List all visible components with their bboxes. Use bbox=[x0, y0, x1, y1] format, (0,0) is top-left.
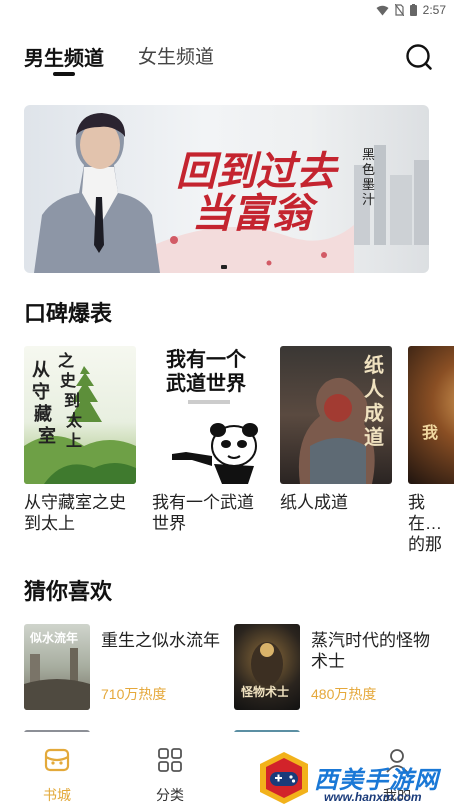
book-title[interactable]: 蒸汽时代的怪物术士 bbox=[311, 630, 436, 672]
cover-title: 怪物术士 bbox=[240, 684, 289, 699]
book-title[interactable]: 重生之似水流年 bbox=[101, 630, 226, 651]
book-heat: 480万热度 bbox=[311, 686, 377, 702]
nav-label: 分类 bbox=[156, 787, 184, 803]
svg-text:武道世界: 武道世界 bbox=[166, 371, 246, 395]
tab-male-channel[interactable]: 男生频道 bbox=[24, 42, 104, 71]
watermark: 西美手游网 www.hanxm.com bbox=[256, 748, 454, 808]
cover-art: 我有一个 武道世界 bbox=[166, 347, 258, 484]
book-title[interactable]: 纸人成道 bbox=[280, 492, 392, 513]
cover-art: 似水流年 bbox=[24, 630, 90, 710]
tab-female-channel[interactable]: 女生频道 bbox=[138, 42, 214, 69]
book-card[interactable]: 我 我在…的那 bbox=[408, 346, 454, 555]
banner-author: 黑色墨汁 bbox=[362, 147, 376, 207]
svg-text:守: 守 bbox=[32, 381, 50, 402]
bookstore-icon bbox=[44, 748, 70, 772]
guess-book-item[interactable]: 怪物术士 蒸汽时代的怪物术士 480万热度 bbox=[234, 624, 434, 716]
svg-text:室: 室 bbox=[38, 425, 56, 446]
svg-text:上: 上 bbox=[66, 432, 82, 450]
book-card[interactable]: 纸 人 成 道 纸人成道 bbox=[280, 346, 392, 513]
svg-text:纸: 纸 bbox=[364, 353, 384, 377]
book-cover[interactable]: 纸 人 成 道 bbox=[280, 346, 392, 484]
svg-text:我: 我 bbox=[422, 423, 438, 442]
nav-category[interactable]: 分类 bbox=[130, 746, 210, 805]
svg-text:我有一个: 我有一个 bbox=[166, 347, 247, 371]
book-card[interactable]: 从 守 藏 室 之 史 到 太 上 从守藏室之史到太上 bbox=[24, 346, 136, 534]
battery-icon bbox=[409, 4, 417, 16]
cover-art: 纸 人 成 道 bbox=[298, 353, 385, 484]
guess-book-item[interactable]: 似水流年 重生之似水流年 710万热度 bbox=[24, 624, 224, 716]
banner-title-line2: 当富翁 bbox=[192, 191, 319, 236]
cover-art: 从 守 藏 室 之 史 到 太 上 bbox=[24, 351, 136, 484]
status-icons: 2:57 bbox=[376, 3, 446, 17]
search-icon[interactable] bbox=[404, 42, 434, 72]
cover-art: 我 bbox=[422, 423, 438, 442]
nav-label: 书城 bbox=[43, 787, 71, 803]
cover-title: 似水流年 bbox=[29, 630, 78, 645]
cover-art: 怪物术士 bbox=[240, 642, 289, 699]
book-title[interactable]: 从守藏室之史到太上 bbox=[24, 492, 136, 534]
banner-indicator bbox=[221, 265, 227, 269]
book-card[interactable]: 我有一个 武道世界 我有一个武道世界 bbox=[152, 346, 264, 534]
svg-text:道: 道 bbox=[364, 425, 384, 449]
nav-bookstore[interactable]: 书城 bbox=[17, 746, 97, 805]
wifi-icon bbox=[376, 5, 389, 15]
status-time: 2:57 bbox=[422, 3, 446, 17]
book-cover[interactable]: 似水流年 bbox=[24, 624, 90, 710]
svg-text:之: 之 bbox=[58, 351, 74, 370]
channel-header: 男生频道 女生频道 bbox=[0, 40, 454, 84]
book-cover[interactable]: 从 守 藏 室 之 史 到 太 上 bbox=[24, 346, 136, 484]
praise-book-list[interactable]: 从 守 藏 室 之 史 到 太 上 从守藏室之史到太上 我有一个 武道世界 我有… bbox=[24, 346, 454, 554]
book-title[interactable]: 我有一个武道世界 bbox=[152, 492, 264, 534]
gamepad-logo-icon bbox=[260, 752, 308, 804]
promo-banner[interactable]: 回到过去 当富翁 黑色墨汁 bbox=[24, 105, 429, 273]
svg-text:太: 太 bbox=[65, 411, 83, 430]
section-title-praise: 口碑爆表 bbox=[24, 301, 113, 326]
svg-text:藏: 藏 bbox=[34, 404, 52, 424]
banner-title-line1: 回到过去 bbox=[176, 149, 340, 194]
book-heat: 710万热度 bbox=[101, 686, 167, 702]
svg-text:成: 成 bbox=[364, 401, 384, 425]
section-title-guess: 猜你喜欢 bbox=[24, 579, 113, 604]
book-cover[interactable]: 我有一个 武道世界 bbox=[152, 346, 264, 484]
svg-text:人: 人 bbox=[364, 378, 385, 401]
tab-active-indicator bbox=[53, 72, 75, 76]
svg-text:从: 从 bbox=[32, 360, 50, 380]
svg-text:史: 史 bbox=[60, 371, 77, 390]
book-title[interactable]: 我在…的那 bbox=[408, 492, 454, 555]
status-bar: 2:57 bbox=[0, 0, 454, 22]
svg-text:到: 到 bbox=[64, 392, 80, 410]
watermark-url: www.hanxm.com bbox=[324, 790, 422, 804]
book-cover[interactable]: 怪物术士 bbox=[234, 624, 300, 710]
category-icon bbox=[158, 748, 182, 772]
book-cover[interactable]: 我 bbox=[408, 346, 454, 484]
no-sim-icon bbox=[394, 4, 404, 16]
